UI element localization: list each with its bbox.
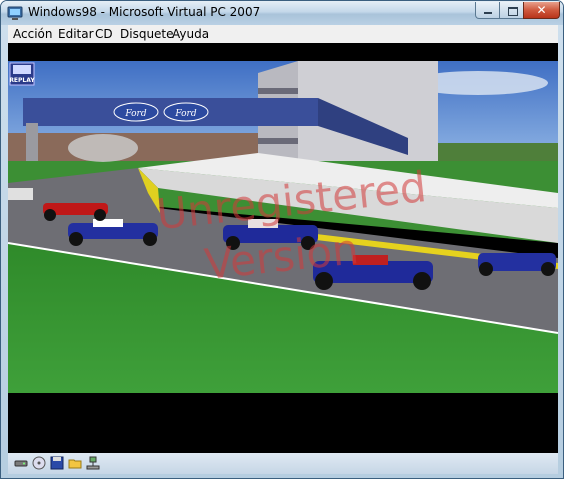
- hard-disk-icon[interactable]: [14, 456, 28, 470]
- virtual-pc-icon: [7, 6, 23, 20]
- floppy-icon[interactable]: [50, 456, 64, 470]
- menu-editar[interactable]: Editar: [58, 27, 94, 41]
- menu-accion[interactable]: Acción: [13, 27, 52, 41]
- menu-ayuda[interactable]: Ayuda: [172, 27, 209, 41]
- menu-cd[interactable]: CD: [95, 27, 113, 41]
- replay-label: REPLAY: [9, 77, 35, 84]
- close-button[interactable]: ✕: [523, 2, 560, 19]
- cd-drive-icon[interactable]: [32, 456, 46, 470]
- maximize-button[interactable]: [499, 2, 524, 19]
- minimize-button[interactable]: [475, 2, 500, 19]
- game-scene[interactable]: Ford Ford REPLAY Unregistered Version: [8, 43, 558, 453]
- close-icon: ✕: [536, 3, 547, 17]
- minimize-icon: [484, 12, 492, 14]
- sponsor-logo-2: Ford: [174, 109, 196, 119]
- shared-folder-icon[interactable]: [68, 456, 82, 470]
- smoke-cloud: [68, 134, 138, 162]
- menu-bar: Acción Editar CD Disquete Ayuda: [8, 25, 558, 43]
- vpc-window: Windows98 - Microsoft Virtual PC 2007 ✕ …: [0, 0, 564, 479]
- maximize-icon: [508, 7, 518, 16]
- title-bar[interactable]: Windows98 - Microsoft Virtual PC 2007 ✕: [1, 1, 563, 25]
- network-icon[interactable]: [86, 456, 100, 470]
- window-title: Windows98 - Microsoft Virtual PC 2007: [28, 5, 261, 19]
- status-bar: [8, 453, 558, 474]
- sponsor-logo-1: Ford: [124, 109, 146, 119]
- menu-disquete[interactable]: Disquete: [120, 27, 174, 41]
- guest-screen[interactable]: Ford Ford REPLAY Unregistered Version: [8, 43, 558, 453]
